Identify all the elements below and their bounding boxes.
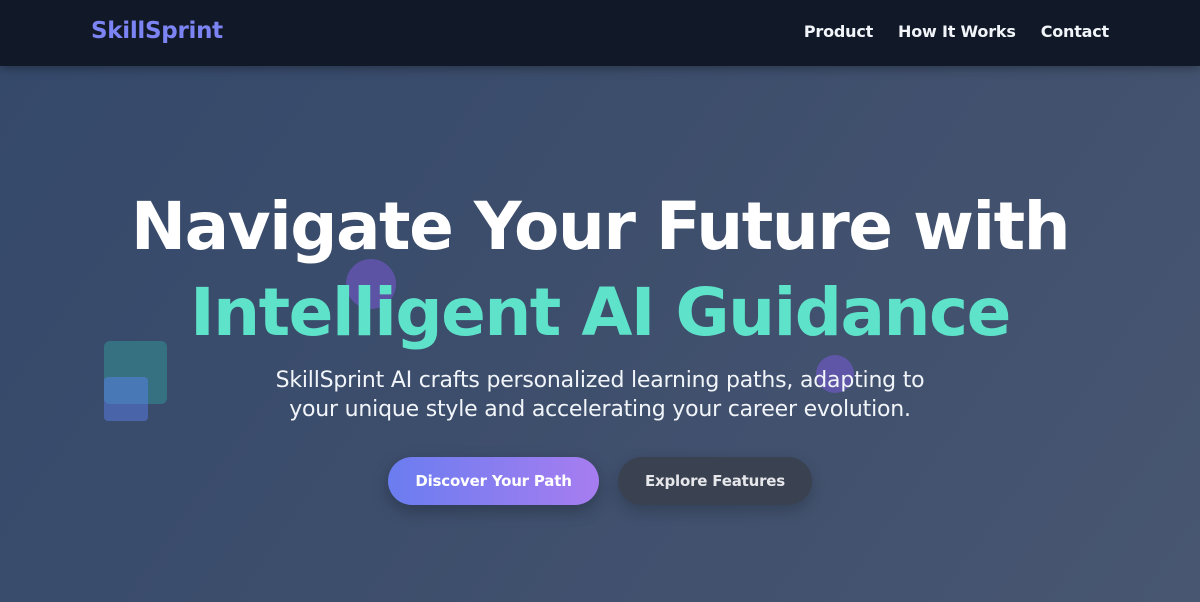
- logo[interactable]: SkillSprint: [91, 18, 223, 44]
- nav-link-contact[interactable]: Contact: [1041, 22, 1110, 41]
- headline-line-1: Navigate Your Future with: [130, 188, 1071, 265]
- headline-line-2-accent: Intelligent AI Guidance: [190, 274, 1011, 351]
- discover-path-button[interactable]: Discover Your Path: [388, 457, 599, 505]
- decorative-square-shape-small: [104, 377, 148, 421]
- nav-links: Product How It Works Contact: [804, 22, 1109, 41]
- explore-features-button[interactable]: Explore Features: [618, 457, 812, 505]
- nav-link-how-it-works[interactable]: How It Works: [898, 22, 1016, 41]
- hero-subtitle: SkillSprint AI crafts personalized learn…: [275, 368, 925, 422]
- hero-section: Navigate Your Future with Intelligent AI…: [0, 66, 1200, 602]
- nav-link-product[interactable]: Product: [804, 22, 873, 41]
- hero-headline: Navigate Your Future with Intelligent AI…: [0, 184, 1200, 356]
- top-navbar: SkillSprint Product How It Works Contact: [0, 0, 1200, 66]
